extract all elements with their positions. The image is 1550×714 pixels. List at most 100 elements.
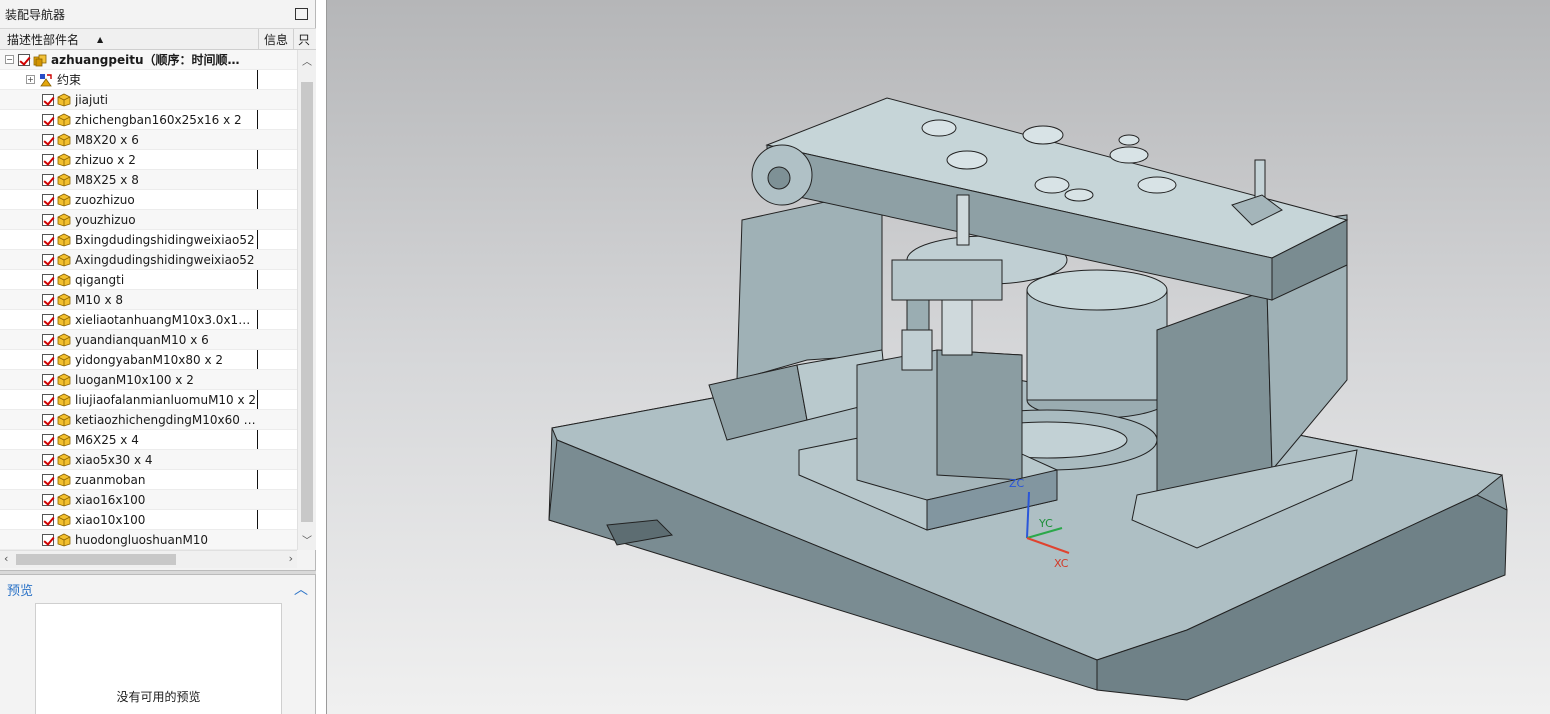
component-cube-icon xyxy=(57,313,71,326)
maximize-icon[interactable] xyxy=(295,8,308,20)
axis-label-x: XC xyxy=(1054,557,1069,570)
component-label: Axingdudingshidingweixiao52 xyxy=(75,252,255,267)
component-cube-icon xyxy=(57,393,71,406)
tree-component-row[interactable]: Bxingdudingshidingweixiao52 xyxy=(0,230,297,250)
component-label: xieliaotanhuangM10x3.0x17 x... xyxy=(75,312,257,327)
tree-component-row[interactable]: qigangti xyxy=(0,270,297,290)
column-readonly[interactable]: 只 xyxy=(294,29,316,49)
visibility-checkbox[interactable] xyxy=(42,353,54,366)
component-label: M10 x 8 xyxy=(75,292,123,307)
visibility-checkbox[interactable] xyxy=(42,413,54,426)
tree-component-row[interactable]: liujiaofalanmianluomuM10 x 2 xyxy=(0,390,297,410)
preview-section-header[interactable]: 预览 ︿ xyxy=(0,578,316,600)
visibility-checkbox[interactable] xyxy=(42,393,54,406)
component-cube-icon xyxy=(57,153,71,166)
component-label: xiao16x100 xyxy=(75,492,146,507)
tree-component-row[interactable]: M6X25 x 4 xyxy=(0,430,297,450)
tree-root-node[interactable]: − azhuangpeitu（顺序：时间顺序） xyxy=(0,50,297,70)
chevron-up-icon[interactable]: ︿ xyxy=(294,579,308,599)
component-label: zuozhizuo xyxy=(75,192,135,207)
visibility-checkbox[interactable] xyxy=(42,333,54,346)
scroll-thumb[interactable] xyxy=(301,82,313,522)
visibility-checkbox[interactable] xyxy=(42,253,54,266)
component-cube-icon xyxy=(57,93,71,106)
tree-component-row[interactable]: luoganM10x100 x 2 xyxy=(0,370,297,390)
visibility-checkbox[interactable] xyxy=(42,373,54,386)
visibility-checkbox[interactable] xyxy=(42,293,54,306)
visibility-checkbox[interactable] xyxy=(42,533,54,546)
column-info[interactable]: 信息 xyxy=(259,29,294,49)
component-label: Bxingdudingshidingweixiao52 xyxy=(75,232,255,247)
assembly-icon xyxy=(33,54,47,66)
scroll-right-icon[interactable]: › xyxy=(289,552,293,565)
visibility-checkbox[interactable] xyxy=(18,53,30,66)
visibility-checkbox[interactable] xyxy=(42,153,54,166)
component-cube-icon xyxy=(57,453,71,466)
visibility-checkbox[interactable] xyxy=(42,193,54,206)
tree-component-row[interactable]: xieliaotanhuangM10x3.0x17 x... xyxy=(0,310,297,330)
tree-component-row[interactable]: xiao5x30 x 4 xyxy=(0,450,297,470)
component-label: xiao5x30 x 4 xyxy=(75,452,153,467)
component-cube-icon xyxy=(57,253,71,266)
visibility-checkbox[interactable] xyxy=(42,313,54,326)
preview-empty-message: 没有可用的预览 xyxy=(116,690,201,704)
visibility-checkbox[interactable] xyxy=(42,113,54,126)
visibility-checkbox[interactable] xyxy=(42,233,54,246)
component-label: zhichengban160x25x16 x 2 xyxy=(75,112,242,127)
tree-component-row[interactable]: M10 x 8 xyxy=(0,290,297,310)
component-cube-icon xyxy=(57,513,71,526)
component-cube-icon xyxy=(57,173,71,186)
tree-component-row[interactable]: youzhizuo xyxy=(0,210,297,230)
tree-component-row[interactable]: zhichengban160x25x16 x 2 xyxy=(0,110,297,130)
scroll-left-icon[interactable]: ‹ xyxy=(4,552,8,565)
component-cube-icon xyxy=(57,113,71,126)
component-cube-icon xyxy=(57,373,71,386)
component-label: yuandianquanM10 x 6 xyxy=(75,332,209,347)
collapse-icon[interactable]: − xyxy=(5,55,14,64)
tree-component-row[interactable]: M8X25 x 8 xyxy=(0,170,297,190)
visibility-checkbox[interactable] xyxy=(42,93,54,106)
component-label: youzhizuo xyxy=(75,212,136,227)
expand-icon[interactable]: + xyxy=(26,75,35,84)
assembly-navigator: 装配导航器 描述性部件名 ▲ 信息 只 − azhuangpeitu（顺序：时间… xyxy=(0,0,316,714)
sort-ascending-icon: ▲ xyxy=(97,34,104,44)
visibility-checkbox[interactable] xyxy=(42,513,54,526)
component-cube-icon xyxy=(57,333,71,346)
tree-component-row[interactable]: M8X20 x 6 xyxy=(0,130,297,150)
visibility-checkbox[interactable] xyxy=(42,173,54,186)
tree-component-row[interactable]: xiao16x100 xyxy=(0,490,297,510)
tree-component-row[interactable]: zuanmoban xyxy=(0,470,297,490)
visibility-checkbox[interactable] xyxy=(42,273,54,286)
component-label: huodongluoshuanM10 xyxy=(75,532,209,547)
visibility-checkbox[interactable] xyxy=(42,473,54,486)
visibility-checkbox[interactable] xyxy=(42,493,54,506)
tree-horizontal-scrollbar[interactable]: ‹ › xyxy=(0,550,297,568)
graphics-window[interactable]: ZC YC XC xyxy=(326,0,1550,714)
tree-component-row[interactable]: huodongluoshuanM10 xyxy=(0,530,297,550)
component-label: jiajuti xyxy=(75,92,108,107)
panel-splitter[interactable] xyxy=(0,570,316,575)
column-descriptive-part-name[interactable]: 描述性部件名 ▲ xyxy=(0,29,259,49)
scroll-up-icon[interactable]: ︿ xyxy=(302,53,312,68)
component-label: M6X25 x 4 xyxy=(75,432,139,447)
visibility-checkbox[interactable] xyxy=(42,453,54,466)
visibility-checkbox[interactable] xyxy=(42,433,54,446)
visibility-checkbox[interactable] xyxy=(42,133,54,146)
tree-component-row[interactable]: Axingdudingshidingweixiao52 xyxy=(0,250,297,270)
preview-title: 预览 xyxy=(7,583,34,599)
tree-component-row[interactable]: jiajuti xyxy=(0,90,297,110)
component-cube-icon xyxy=(57,133,71,146)
component-cube-icon xyxy=(57,533,71,546)
3d-model-view[interactable]: ZC YC XC xyxy=(327,0,1550,714)
scroll-thumb-horizontal[interactable] xyxy=(16,554,176,565)
tree-component-row[interactable]: zuozhizuo xyxy=(0,190,297,210)
tree-constraints-node[interactable]: + 约束 xyxy=(0,70,297,90)
tree-component-row[interactable]: yuandianquanM10 x 6 xyxy=(0,330,297,350)
tree-vertical-scrollbar[interactable]: ︿ ﹀ xyxy=(297,50,316,550)
tree-component-row[interactable]: ketiaozhichengdingM10x60 x... xyxy=(0,410,297,430)
tree-component-row[interactable]: zhizuo x 2 xyxy=(0,150,297,170)
tree-component-row[interactable]: yidongyabanM10x80 x 2 xyxy=(0,350,297,370)
scroll-down-icon[interactable]: ﹀ xyxy=(302,532,312,547)
tree-component-row[interactable]: xiao10x100 xyxy=(0,510,297,530)
visibility-checkbox[interactable] xyxy=(42,213,54,226)
